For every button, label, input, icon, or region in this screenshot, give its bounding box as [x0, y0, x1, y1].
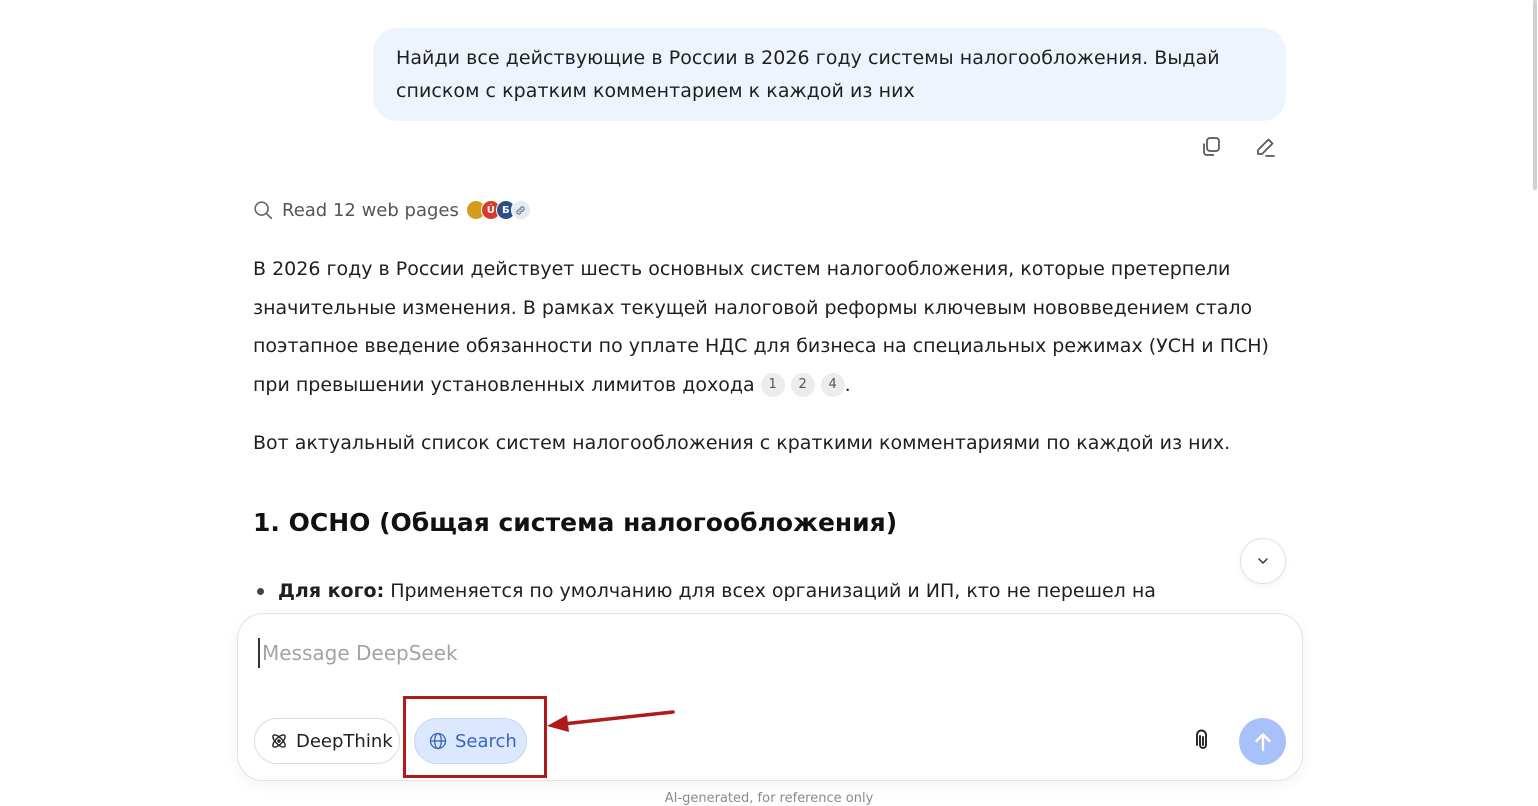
web-sources-toggle[interactable]: Read 12 web pages Ú Б [252, 199, 531, 221]
paperclip-icon [1196, 729, 1207, 749]
chevron-down-icon [1258, 558, 1268, 564]
user-message-line-1: Найди все действующие в России в 2026 го… [396, 47, 1220, 69]
deepthink-label: DeepThink [296, 730, 393, 752]
copy-button[interactable] [1198, 134, 1224, 160]
edit-icon [1257, 138, 1275, 157]
atom-icon [272, 734, 286, 748]
user-message-line-2: списком с кратким комментарием к каждой … [396, 80, 915, 102]
send-button[interactable] [1239, 718, 1286, 765]
citation-4[interactable]: 4 [820, 373, 845, 397]
deepthink-button[interactable]: DeepThink [254, 718, 400, 764]
answer-period: . [844, 373, 851, 396]
annotation-highlight-box [403, 696, 547, 778]
bullet-dot [257, 588, 264, 595]
scrollbar[interactable] [1530, 0, 1538, 805]
scroll-to-bottom-button[interactable] [1240, 538, 1286, 584]
message-composer: DeepThink Search [237, 613, 1303, 781]
message-input[interactable] [258, 638, 1138, 668]
list-item-text: Применяется по умолчанию для всех органи… [390, 580, 1156, 602]
sources-label: Read 12 web pages [282, 199, 459, 221]
user-message-bubble: Найди все действующие в России в 2026 го… [373, 28, 1286, 121]
section-heading: 1. ОСНО (Общая система налогообложения) [253, 508, 898, 537]
disclaimer-footer: AI-generated, for reference only [664, 791, 874, 806]
citation-2[interactable]: 2 [790, 373, 815, 397]
list-item-label: Для кого: [278, 580, 385, 602]
link-icon [510, 200, 531, 220]
answer-line: значительные изменения. В рамках текущей… [253, 296, 1253, 319]
answer-paragraph-1: В 2026 году в России действует шесть осн… [253, 250, 1293, 404]
source-favicons: Ú Б [465, 200, 531, 220]
message-actions [1198, 134, 1278, 160]
answer-line: при превышении установленных лимитов дох… [253, 373, 755, 396]
answer-line: поэтапное введение обязанности по уплате… [253, 335, 1269, 357]
annotation-arrow [547, 710, 675, 732]
scrollbar-thumb[interactable] [1533, 0, 1537, 190]
answer-paragraph-2: Вот актуальный список систем налогооблож… [253, 432, 1231, 454]
assistant-answer: В 2026 году в России действует шесть осн… [253, 250, 1293, 463]
arrow-up-icon [1254, 732, 1271, 751]
list-item: Для кого: Применяется по умолчанию для вс… [253, 574, 1156, 608]
attach-button[interactable] [1188, 726, 1218, 756]
search-icon [254, 201, 273, 220]
citation-1[interactable]: 1 [760, 373, 785, 397]
edit-button[interactable] [1252, 134, 1278, 160]
answer-line: В 2026 году в России действует шесть осн… [253, 258, 1231, 280]
copy-icon [1203, 137, 1220, 156]
